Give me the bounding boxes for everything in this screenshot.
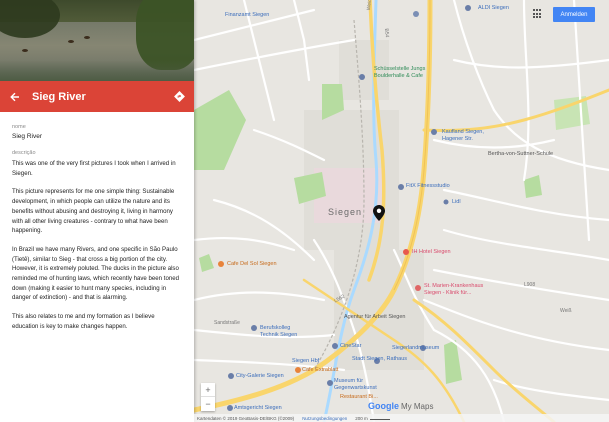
description-paragraph: This was one of the very first pictures … xyxy=(12,160,176,177)
login-button[interactable]: Anmelden xyxy=(553,7,595,22)
road-label-sandstrasse: Sandstraße xyxy=(214,320,240,326)
map-canvas[interactable]: Finanzamt Siegen ALDI Siegen Schüsselste… xyxy=(194,0,609,422)
poi-cafe-del-sol[interactable]: Cafe Del Sol Siegen xyxy=(227,261,277,267)
poi-agentur[interactable]: Agentur für Arbeit Siegen xyxy=(344,314,405,320)
poi-restaurant[interactable]: Restaurant Bi... xyxy=(340,394,378,400)
poi-kaufland[interactable]: Kaufland Siegen, Hagener Str. xyxy=(442,129,502,143)
scale-bar xyxy=(369,417,390,420)
description-paragraph: This also relates to me and my formation… xyxy=(12,313,155,330)
poi-ih-hotel[interactable]: IH Hotel Siegen xyxy=(412,249,451,255)
panel-content: nome Sieg River descrição This was one o… xyxy=(0,112,194,422)
map-pin-icon[interactable] xyxy=(373,205,385,226)
poi-marien-krankenhaus[interactable]: St. Marien-Krankenhaus Siegen - Klinik f… xyxy=(424,283,488,297)
panel-header: Sieg River xyxy=(0,81,194,112)
name-field-label: nome xyxy=(12,124,26,130)
poi-aldi[interactable]: ALDI Siegen xyxy=(478,5,509,11)
poi-siegerlandmuseum[interactable]: Siegerlandmuseum xyxy=(392,345,439,351)
page-title: Sieg River xyxy=(32,90,86,103)
footer-scale: 200 m xyxy=(355,416,390,421)
zoom-out-button[interactable]: − xyxy=(201,397,215,411)
zoom-in-button[interactable]: + xyxy=(201,383,215,397)
map-footer: Kartendaten © 2019 GeoBasis-DE/BKG (©200… xyxy=(194,414,609,422)
poi-city-galerie[interactable]: City-Galerie Siegen xyxy=(236,373,284,379)
description-paragraph: In Brazil we have many Rivers, and one s… xyxy=(12,245,180,302)
road-label-b54: B54 xyxy=(383,28,390,38)
poi-boulderhalle[interactable]: Schüsselstelle Jungs Boulderhalle & Cafe xyxy=(374,66,434,80)
poi-finanzamt[interactable]: Finanzamt Siegen xyxy=(225,12,269,18)
poi-bertha-schule[interactable]: Bertha-von-Suttner-Schule xyxy=(488,151,553,157)
poi-fitx[interactable]: FitX Fitnessstudio xyxy=(406,183,450,189)
description-text: This was one of the very first pictures … xyxy=(12,159,182,332)
poi-cinestar[interactable]: CineStar xyxy=(340,343,361,349)
road-label-weiss: Weiß xyxy=(560,308,572,314)
apps-grid-icon[interactable] xyxy=(533,9,543,19)
description-field-label: descrição xyxy=(12,150,36,156)
poi-siegen-hbf[interactable]: Siegen Hbf xyxy=(292,358,319,364)
poi-museum[interactable]: Museum für Gegenwartskunst xyxy=(334,378,380,392)
footer-map-data: Kartendaten © 2019 GeoBasis-DE/BKG (©200… xyxy=(197,415,295,421)
google-logo-text: Google xyxy=(368,401,399,411)
directions-icon[interactable] xyxy=(164,81,194,112)
poi-berufskolleg[interactable]: Berufskolleg Technik Siegen xyxy=(260,325,310,339)
city-label-siegen: Siegen xyxy=(328,207,363,217)
footer-terms-link[interactable]: Nutzungsbedingungen xyxy=(302,416,347,421)
zoom-control: + − xyxy=(201,383,215,411)
detail-panel: Sieg River nome Sieg River descrição Thi… xyxy=(0,0,194,422)
arrow-left-icon[interactable] xyxy=(0,81,30,112)
google-mymaps-logo: Google My Maps xyxy=(368,401,433,411)
name-field-value: Sieg River xyxy=(12,133,42,140)
poi-cafe-extrablatt[interactable]: Cafe Extrablatt xyxy=(302,367,338,373)
poi-lidl[interactable]: Lidl xyxy=(452,199,461,205)
feature-photo xyxy=(0,0,194,81)
mymaps-logo-text: My Maps xyxy=(401,402,434,411)
road-label-l908: L908 xyxy=(524,282,536,288)
description-paragraph: This picture represents for me one simpl… xyxy=(12,188,175,235)
poi-rathaus[interactable]: Stadt Siegen, Rathaus xyxy=(352,356,407,362)
poi-amtsgericht[interactable]: Amtsgericht Siegen xyxy=(234,405,282,411)
footer-scale-label: 200 m xyxy=(355,415,368,421)
